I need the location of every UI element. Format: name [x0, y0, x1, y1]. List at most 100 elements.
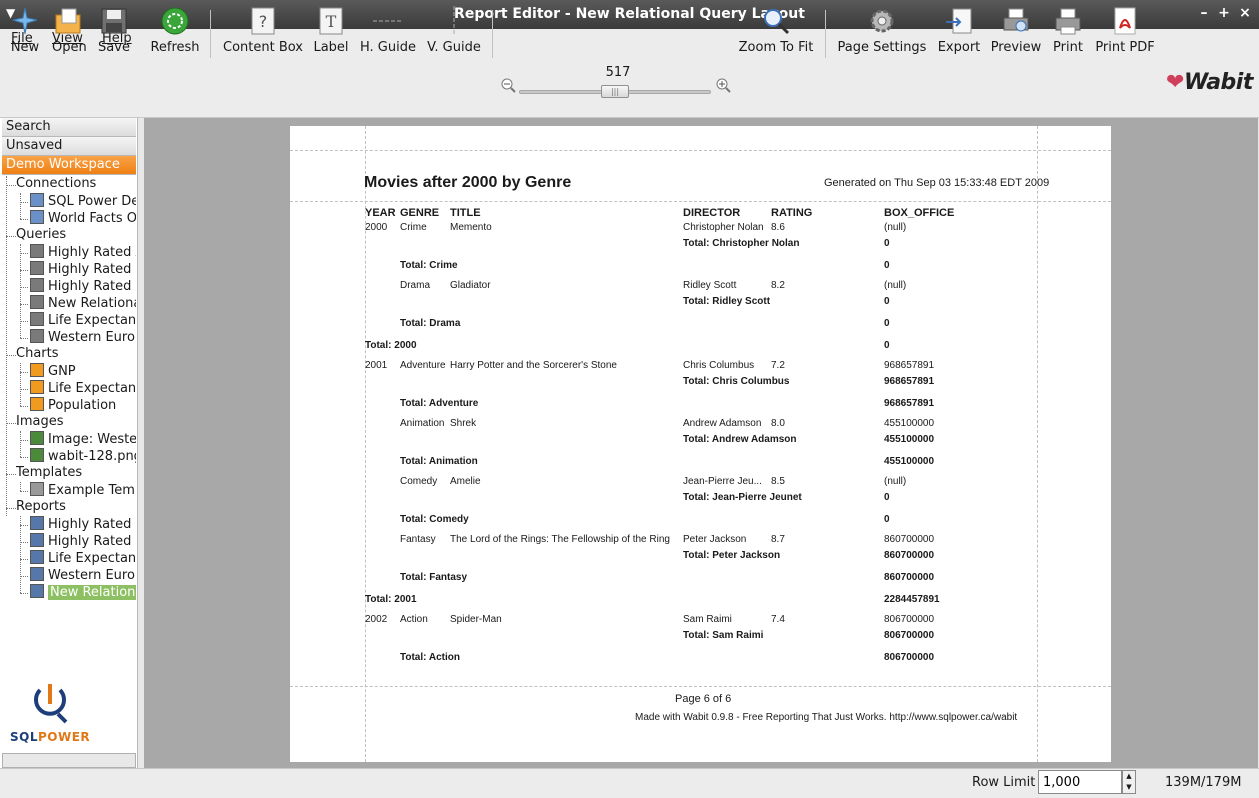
report-cell-year: 2000 [365, 222, 388, 233]
tree-connector [20, 363, 21, 406]
open-folder-icon [55, 8, 81, 34]
report-cell-genre: Total: Fantasy [400, 572, 468, 583]
open-button[interactable]: Open [52, 4, 87, 55]
tree-item[interactable]: Western Europe [30, 329, 136, 345]
column-header-box-office: BOX_OFFICE [884, 207, 955, 219]
tree-item[interactable]: Western Europe [30, 567, 136, 583]
report-cell-title: Spider-Man [450, 614, 502, 625]
report-cell-genre: Total: Action [400, 652, 460, 663]
tree-category-connections[interactable]: Connections [16, 176, 96, 191]
horizontal-guide[interactable] [290, 150, 1111, 151]
vertical-guide[interactable] [1037, 126, 1038, 762]
sqlpower-logo-text: SQLPOWER [10, 730, 90, 744]
print-button[interactable]: Print [1050, 4, 1086, 55]
row-limit-input[interactable] [1038, 770, 1122, 794]
report-cell-director: Total: Peter Jackson [683, 550, 781, 561]
tree-item-label: Image: Western [48, 432, 136, 447]
report-icon [30, 584, 44, 598]
maximize-icon[interactable]: + [1216, 5, 1232, 23]
zoom-out-icon[interactable] [500, 77, 516, 93]
close-icon[interactable]: × [1237, 5, 1253, 23]
tree-connector [20, 559, 28, 560]
h-guide-button[interactable]: H. Guide [357, 4, 419, 55]
tree-item-label: World Facts Oracle [48, 211, 136, 226]
report-cell-director: Total: Jean-Pierre Jeunet [683, 492, 802, 503]
column-header-title: TITLE [450, 207, 481, 219]
tree-item[interactable]: Population [30, 397, 116, 413]
query-icon [30, 244, 44, 258]
tree-connector [6, 185, 16, 186]
label-button[interactable]: T Label [312, 4, 350, 55]
report-cell-box: (null) [884, 222, 907, 233]
tree-connector [20, 244, 21, 338]
tree-item[interactable]: Highly Rated Movies [30, 533, 136, 549]
tree-item-label: Highly Rated Movies [48, 262, 136, 277]
zoom-in-icon[interactable] [715, 77, 731, 93]
tree-item[interactable]: Highly Rated Movies [30, 516, 136, 532]
row-limit-spinner[interactable]: ▲ ▼ [1122, 770, 1136, 794]
page-settings-button[interactable]: Page Settings [835, 4, 929, 55]
report-cell-director: Jean-Pierre Jeu... [683, 476, 762, 487]
preview-button[interactable]: Preview [990, 4, 1042, 55]
tree-item[interactable]: Highly Rated Movies [30, 261, 136, 277]
content-box-button[interactable]: ? Content Box [222, 4, 304, 55]
tree-category-templates[interactable]: Templates [16, 465, 82, 480]
zoom-to-fit-button[interactable]: Zoom To Fit [735, 4, 817, 55]
print-pdf-label: Print PDF [1095, 40, 1155, 55]
tree-category-charts[interactable]: Charts [16, 346, 59, 361]
tree-item[interactable]: Life Expectancy [30, 312, 136, 328]
tree-item[interactable]: Highly Rated Action Movies [30, 244, 136, 260]
v-guide-button[interactable]: V. Guide [424, 4, 484, 55]
tree-item[interactable]: Image: Western [30, 431, 136, 447]
sidebar-horizontal-scrollbar[interactable] [2, 753, 136, 768]
tree-item[interactable]: Highly Rated Movies by Genre [30, 278, 136, 294]
report-cell-box: 2284457891 [884, 594, 940, 605]
export-button[interactable]: Export [936, 4, 982, 55]
horizontal-guide[interactable] [290, 201, 1111, 202]
print-pdf-button[interactable]: Print PDF [1094, 4, 1156, 55]
tree-item-label: wabit-128.png [48, 449, 136, 464]
pdf-icon [1114, 7, 1136, 35]
new-button[interactable]: New [9, 4, 41, 55]
new-label: New [10, 40, 40, 55]
tree-category-reports[interactable]: Reports [16, 499, 66, 514]
tree-category-images[interactable]: Images [16, 414, 64, 429]
minimize-icon[interactable]: – [1196, 5, 1212, 23]
tree-item[interactable]: Life Expectancy [30, 380, 136, 396]
horizontal-guide[interactable] [290, 686, 1111, 687]
report-cell-title: Harry Potter and the Sorcerer's Stone [450, 360, 617, 371]
zoom-slider-thumb[interactable]: ||| [601, 85, 629, 98]
tree-item[interactable]: Example Template [30, 482, 136, 498]
tree-item-label: Western Europe [48, 568, 136, 583]
report-cell-director: Total: Chris Columbus [683, 376, 790, 387]
search-tab[interactable]: Search [2, 118, 136, 137]
magnifier-icon [764, 9, 790, 35]
tree-connector [20, 440, 28, 441]
report-cell-title: Amelie [450, 476, 481, 487]
tree-connector [20, 482, 21, 491]
toolbar-separator [825, 10, 826, 58]
query-icon [30, 278, 44, 292]
tree-category-queries[interactable]: Queries [16, 227, 66, 242]
tree-item-selected[interactable]: New Relational Query Layout [30, 584, 136, 600]
report-cell-genre: Total: Drama [400, 318, 461, 329]
tree-item[interactable]: Life Expectancy [30, 550, 136, 566]
tree-item[interactable]: wabit-128.png [30, 448, 136, 464]
unsaved-workspace-tab[interactable]: Unsaved Workspace [2, 137, 136, 171]
chart-icon [30, 363, 44, 377]
refresh-button[interactable]: Refresh [148, 4, 202, 55]
label-label: Label [313, 40, 349, 55]
report-cell-box: 455100000 [884, 456, 935, 467]
report-cell-director: Chris Columbus [683, 360, 755, 371]
toolbar [0, 50, 1259, 118]
tree-item[interactable]: World Facts Oracle [30, 210, 136, 226]
tree-item[interactable]: New Relational Query [30, 295, 136, 311]
report-cell-box: 455100000 [884, 418, 935, 429]
tree-item[interactable]: SQL Power Demo [30, 193, 136, 209]
content-box-label: Content Box [223, 40, 303, 55]
h-guide-icon [373, 20, 403, 22]
save-button[interactable]: Save [97, 4, 131, 55]
tree-item[interactable]: GNP [30, 363, 76, 379]
tree-connector [20, 202, 28, 203]
demo-workspace-tab[interactable]: Demo Workspace [2, 156, 136, 175]
